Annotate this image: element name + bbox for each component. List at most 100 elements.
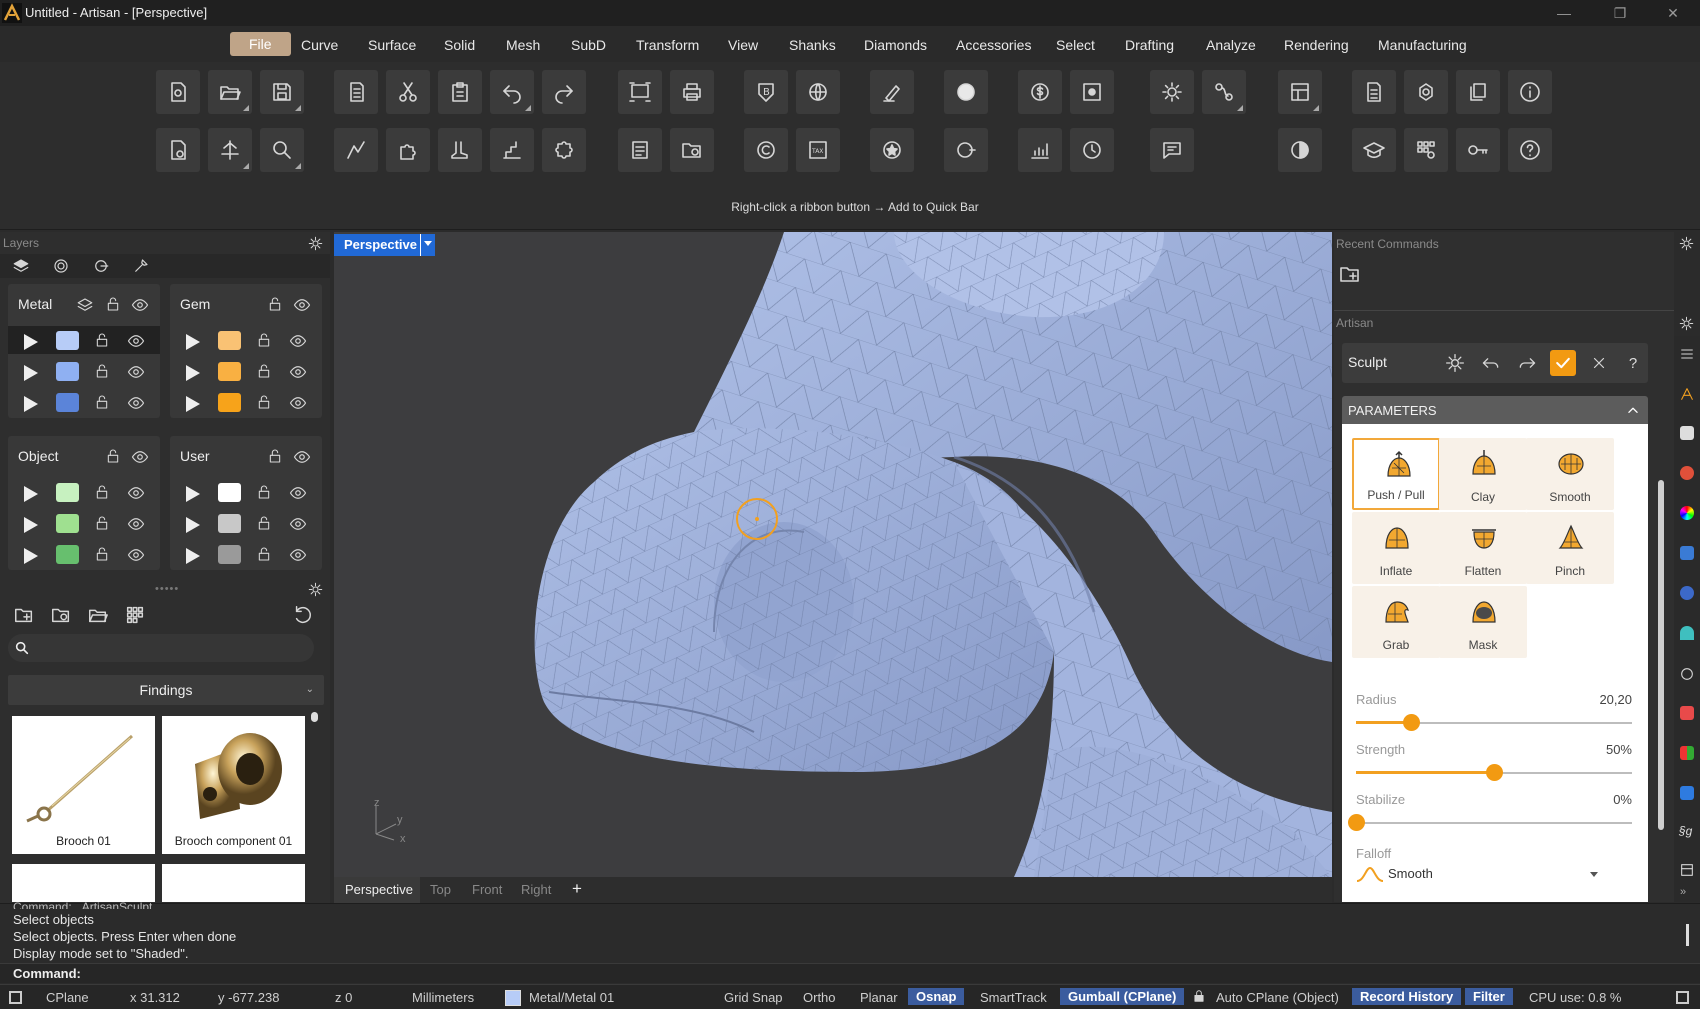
tool-grab[interactable]: Grab: [1352, 586, 1440, 658]
new-file-button[interactable]: [156, 70, 200, 114]
link-curves-button[interactable]: [1202, 70, 1246, 114]
objects-tab-icon[interactable]: [92, 257, 110, 275]
play-icon[interactable]: [24, 517, 38, 533]
eye-icon[interactable]: [130, 296, 150, 314]
play-icon[interactable]: [186, 548, 200, 564]
layer-row[interactable]: [170, 388, 322, 416]
menu-view[interactable]: View: [728, 34, 758, 56]
stair-button[interactable]: [490, 128, 534, 172]
library-scrollbar[interactable]: [311, 712, 318, 722]
menu-subd[interactable]: SubD: [571, 34, 606, 56]
boot-button[interactable]: [438, 128, 482, 172]
menu-surface[interactable]: Surface: [368, 34, 416, 56]
layer-row[interactable]: [170, 540, 322, 568]
learn-button[interactable]: [1352, 128, 1396, 172]
unlock-icon[interactable]: [267, 448, 283, 464]
strength-slider-knob[interactable]: [1486, 764, 1503, 781]
unlock-icon[interactable]: [256, 515, 272, 531]
library-item-partial[interactable]: [12, 864, 155, 902]
folder-open-icon[interactable]: [87, 604, 109, 626]
status-cplane[interactable]: CPlane: [46, 990, 89, 1005]
command-history[interactable]: Command: _ArtisanSculpt Select objects S…: [0, 900, 1700, 963]
render-button[interactable]: [1278, 128, 1322, 172]
eye-icon[interactable]: [126, 363, 146, 381]
recent-settings-gear-icon[interactable]: [1679, 236, 1694, 251]
falloff-dropdown[interactable]: Smooth: [1352, 864, 1642, 888]
command-log-scrollbar[interactable]: [1686, 924, 1689, 946]
library-search-input[interactable]: [36, 638, 306, 658]
panel-icon[interactable]: [1679, 862, 1695, 878]
status-record-history[interactable]: Record History: [1352, 988, 1462, 1005]
unlock-icon[interactable]: [94, 394, 110, 410]
library-search-box[interactable]: [8, 634, 314, 662]
eye-icon[interactable]: [288, 363, 308, 381]
render-icon[interactable]: [1680, 466, 1694, 480]
layer-row[interactable]: [170, 357, 322, 385]
sculpt-settings-button[interactable]: [1442, 350, 1468, 376]
play-icon[interactable]: [186, 396, 200, 412]
menu-drafting[interactable]: Drafting: [1125, 34, 1174, 56]
tool-clay[interactable]: Clay: [1439, 438, 1527, 510]
artisan-logo-icon[interactable]: [1679, 386, 1695, 402]
radius-slider-knob[interactable]: [1403, 714, 1421, 731]
close-window-button[interactable]: ✕: [1650, 0, 1696, 26]
tool-mask[interactable]: Mask: [1439, 586, 1527, 658]
eye-icon[interactable]: [126, 515, 146, 533]
eye-icon[interactable]: [126, 394, 146, 412]
play-icon[interactable]: [24, 396, 38, 412]
play-icon[interactable]: [186, 365, 200, 381]
unlock-icon[interactable]: [256, 363, 272, 379]
eye-icon[interactable]: [288, 332, 308, 350]
menu-diamonds[interactable]: Diamonds: [864, 34, 927, 56]
undo-button[interactable]: [490, 70, 534, 114]
layer-color-swatch[interactable]: [56, 331, 79, 350]
layer-row[interactable]: [8, 357, 160, 385]
tool-smooth[interactable]: Smooth: [1526, 438, 1614, 510]
layer-row[interactable]: [8, 540, 160, 568]
color-wheel-icon[interactable]: [1680, 506, 1694, 520]
open-button[interactable]: [208, 70, 252, 114]
named-views-icon[interactable]: [1680, 786, 1694, 800]
layer-row[interactable]: [8, 478, 160, 506]
splitter-grip[interactable]: •••••: [155, 583, 179, 595]
unlock-icon[interactable]: [94, 546, 110, 562]
eye-icon[interactable]: [288, 394, 308, 412]
properties-icon[interactable]: [1679, 346, 1695, 362]
expand-strip-icon[interactable]: »: [1680, 886, 1686, 898]
stabilize-value[interactable]: 0%: [1542, 792, 1632, 807]
environment-icon[interactable]: [1680, 586, 1694, 600]
status-units[interactable]: Millimeters: [412, 990, 474, 1005]
layer-row[interactable]: [170, 326, 322, 354]
menu-curve[interactable]: Curve: [301, 34, 338, 56]
layer-color-swatch[interactable]: [56, 514, 79, 533]
layer-color-swatch[interactable]: [218, 393, 241, 412]
unlock-icon[interactable]: [256, 394, 272, 410]
layer-row[interactable]: [170, 509, 322, 537]
photo-button[interactable]: [1070, 70, 1114, 114]
layers-stack-icon[interactable]: [76, 296, 94, 314]
eye-icon[interactable]: [288, 515, 308, 533]
folder-search-button[interactable]: [670, 128, 714, 172]
layer-color-swatch[interactable]: [56, 545, 79, 564]
unlock-icon[interactable]: [105, 448, 121, 464]
info-button[interactable]: [1508, 70, 1552, 114]
help-button[interactable]: [1508, 128, 1552, 172]
library-settings-gear-icon[interactable]: [308, 582, 323, 597]
layer-color-swatch[interactable]: [218, 514, 241, 533]
status-filter[interactable]: Filter: [1465, 988, 1513, 1005]
library-item-brooch-01[interactable]: Brooch 01: [12, 716, 155, 854]
play-icon[interactable]: [24, 365, 38, 381]
history-button[interactable]: [1070, 128, 1114, 172]
status-ortho[interactable]: Ortho: [803, 990, 836, 1005]
menu-solid[interactable]: Solid: [444, 34, 475, 56]
feedback-button[interactable]: [1150, 128, 1194, 172]
status-layer[interactable]: Metal/Metal 01: [529, 990, 614, 1005]
sync-button[interactable]: [1404, 70, 1448, 114]
grid-icon[interactable]: [124, 604, 146, 626]
layer-row[interactable]: [8, 326, 160, 354]
sculpt-undo-button[interactable]: [1478, 350, 1504, 376]
tools-tab-icon[interactable]: [132, 257, 150, 275]
layer-row[interactable]: [170, 478, 322, 506]
refresh-icon[interactable]: [292, 604, 314, 626]
ground-plane-icon[interactable]: [1680, 626, 1694, 640]
